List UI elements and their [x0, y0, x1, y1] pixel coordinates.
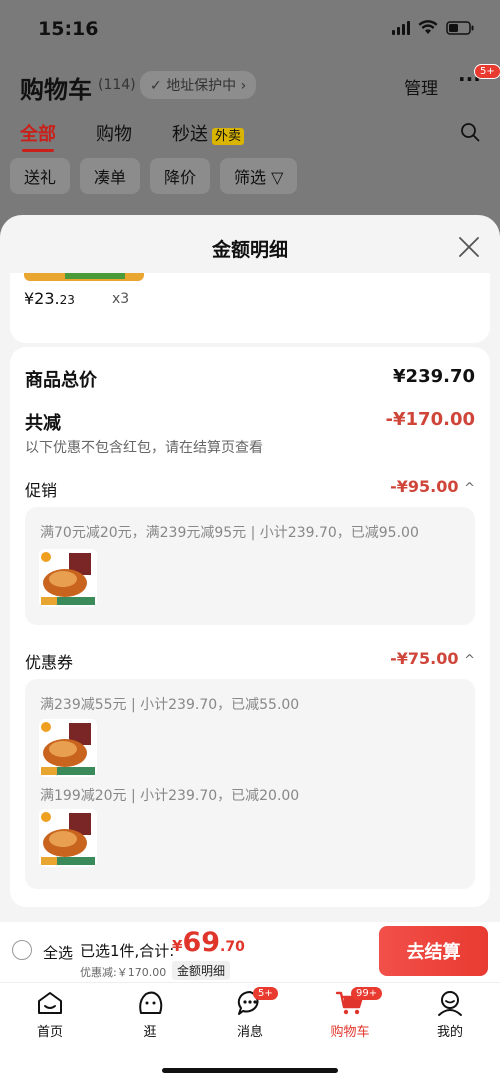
browse-face-icon: [139, 991, 163, 1014]
status-bar: 15:16: [0, 0, 500, 60]
nav-browse-label: 逛: [143, 1025, 157, 1040]
search-icon[interactable]: [460, 122, 480, 142]
close-icon[interactable]: [458, 236, 480, 258]
selected-info: 已选1件,合计:: [80, 942, 175, 960]
product-thumbnail: [39, 809, 97, 867]
item-price-int: ¥23.: [24, 289, 60, 308]
select-all-radio[interactable]: [12, 940, 32, 960]
manage-button[interactable]: 管理: [404, 74, 438, 99]
goods-total-label: 商品总价: [25, 370, 97, 391]
total-reduce-label: 共减: [25, 413, 61, 434]
chevron-right-icon: ›: [236, 78, 247, 94]
item-quantity: x3: [112, 291, 130, 307]
nav-messages[interactable]: 消息 5+: [220, 987, 280, 1040]
funnel-icon: ▽: [271, 168, 284, 187]
page-title: 购物车: [20, 76, 92, 104]
product-thumbnail: [39, 719, 97, 777]
promo-toggle[interactable]: -¥95.00 ^: [390, 477, 475, 496]
signal-icon: [392, 20, 410, 35]
filter-chips: 送礼 凑单 降价 筛选 ▽: [10, 158, 298, 194]
goods-total-value: ¥239.70: [393, 366, 475, 387]
checkout-bar: 全选 已选1件,合计: ¥69.70 优惠减:￥170.00 金额明细 去结算: [0, 922, 500, 982]
tab-delivery[interactable]: 秒送 外卖: [172, 120, 245, 146]
coupon-toggle[interactable]: -¥75.00 ^: [390, 649, 475, 668]
messages-badge: 5+: [253, 987, 278, 1000]
product-image-strip-accent: [65, 273, 125, 279]
home-indicator: [162, 1068, 338, 1073]
chevron-up-icon: ^: [464, 481, 475, 496]
nav-messages-label: 消息: [236, 1025, 263, 1040]
filter-label: 筛选: [234, 168, 267, 187]
bottom-nav: 首页 逛 消息 5+ 购物车 99+ 我的: [0, 982, 500, 1082]
item-price: ¥23.23: [24, 289, 75, 308]
select-all-label[interactable]: 全选: [43, 942, 73, 963]
cart-count: (114): [98, 77, 136, 93]
coupon-rule-line-1: 满239减55元 | 小计239.70，已减55.00: [40, 697, 300, 713]
promo-value: -¥95.00: [390, 477, 459, 496]
check-icon: ✓: [150, 78, 167, 94]
coupon-label: 优惠券: [25, 653, 74, 672]
coupon-rule-line-2: 满199减20元 | 小计239.70，已减20.00: [40, 788, 300, 804]
profile-icon: [438, 991, 462, 1016]
wifi-icon: [418, 20, 438, 34]
checkout-total: ¥69.70: [172, 927, 245, 958]
cart-tabs: 全部 购物 秒送 外卖: [20, 120, 245, 152]
takeout-tag: 外卖: [212, 128, 245, 145]
status-icons: [392, 20, 474, 35]
nav-profile[interactable]: 我的: [420, 989, 480, 1040]
filter-gift[interactable]: 送礼: [10, 158, 71, 194]
product-summary-card: ¥23.23 x3: [10, 273, 490, 343]
more-badge: 5+: [474, 64, 500, 79]
total-reduce-value: -¥170.00: [385, 409, 475, 430]
address-label: 地址保护中: [166, 78, 237, 94]
cart-badge: 99+: [351, 987, 383, 1000]
total-dec: .70: [220, 939, 245, 955]
discount-note: 以下优惠不包含红包，请在结算页查看: [25, 440, 263, 456]
nav-home-label: 首页: [36, 1025, 63, 1040]
nav-profile-label: 我的: [436, 1025, 463, 1040]
checkout-button[interactable]: 去结算: [379, 926, 488, 976]
item-price-dec: 23: [59, 293, 75, 307]
discount-amount: 优惠减:￥170.00: [80, 966, 167, 979]
nav-home[interactable]: 首页: [20, 989, 80, 1040]
home-icon: [38, 992, 62, 1014]
nav-cart-label: 购物车: [330, 1025, 370, 1040]
tab-shopping[interactable]: 购物: [96, 120, 132, 146]
promo-label: 促销: [25, 481, 58, 500]
cart-header: 购物车 (114) ✓ 地址保护中 › 管理 ··· 5+ 全部 购物 秒送 外卖…: [0, 62, 500, 212]
promo-detail-box: 满70元减20元，满239元减95元 | 小计239.70，已减95.00: [25, 507, 475, 625]
battery-icon: [446, 20, 474, 35]
filter-price-drop[interactable]: 降价: [150, 158, 211, 194]
promo-rule-line: 满70元减20元，满239元减95元 | 小计239.70，已减95.00: [40, 525, 419, 541]
filter-button[interactable]: 筛选 ▽: [220, 158, 298, 194]
nav-cart[interactable]: 购物车 99+: [320, 987, 383, 1040]
tab-delivery-label: 秒送: [172, 124, 208, 145]
total-int: 69: [182, 927, 221, 958]
product-thumbnail: [39, 549, 97, 607]
chevron-up-icon: ^: [464, 653, 475, 668]
total-currency: ¥: [172, 937, 183, 955]
address-protect-button[interactable]: ✓ 地址保护中 ›: [140, 71, 257, 99]
sheet-title: 金额明细: [211, 239, 288, 261]
amount-detail-button[interactable]: 金额明细: [172, 961, 231, 980]
nav-browse[interactable]: 逛: [120, 989, 180, 1040]
coupon-detail-box: 满239减55元 | 小计239.70，已减55.00 满199减20元 | 小…: [25, 679, 475, 889]
coupon-value: -¥75.00: [390, 649, 459, 668]
price-breakdown-card: 商品总价 ¥239.70 共减 -¥170.00 以下优惠不包含红包，请在结算页…: [10, 347, 490, 907]
status-time: 15:16: [38, 18, 99, 40]
tab-all[interactable]: 全部: [20, 120, 56, 152]
filter-bundle[interactable]: 凑单: [80, 158, 141, 194]
